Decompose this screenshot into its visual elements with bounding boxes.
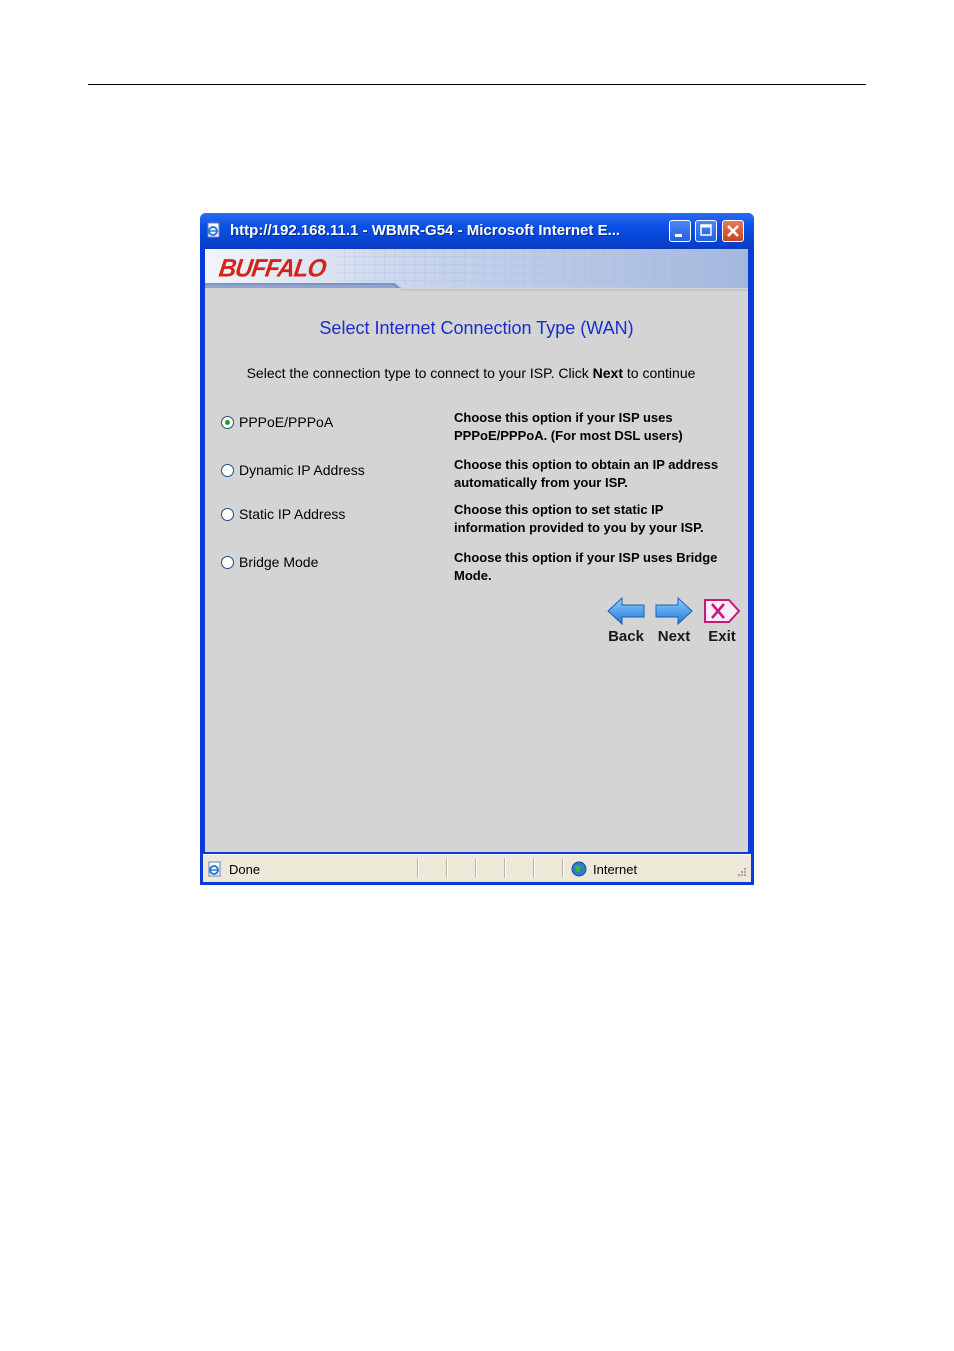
radio-bridge-mode[interactable] [221,555,234,569]
option-bridge-mode-desc-line2: Mode. [454,568,492,583]
option-static-ip-description: Choose this option to set static IP info… [454,501,746,537]
browser-window: http://192.168.11.1 - WBMR-G54 - Microso… [200,213,754,885]
page-top-rule [88,84,866,85]
page-title: Select Internet Connection Type (WAN) [319,318,634,338]
option-dynamic-ip[interactable]: Dynamic IP Address [221,462,365,478]
close-icon [727,225,739,237]
ie-page-status-icon [208,861,221,877]
back-arrow-icon [607,596,645,626]
status-separator [562,858,564,878]
instruction-pre: Select the connection type to connect to… [246,365,593,381]
status-bar: Done Internet [203,854,751,882]
instruction-post: to continue [623,365,696,381]
option-dynamic-ip-label: Dynamic IP Address [239,462,365,478]
back-label: Back [608,628,644,645]
resize-grip-icon[interactable] [735,867,747,879]
title-bar[interactable]: http://192.168.11.1 - WBMR-G54 - Microso… [200,213,754,249]
window-title: http://192.168.11.1 - WBMR-G54 - Microso… [230,222,621,239]
option-pppoe[interactable]: PPPoE/PPPoA [221,414,333,430]
option-static-ip[interactable]: Static IP Address [221,506,345,522]
close-button[interactable] [722,220,744,242]
status-text: Done [229,862,261,877]
instruction-next-bold: Next [592,365,624,381]
next-arrow-icon [655,596,693,626]
radio-dynamic-ip[interactable] [221,463,234,477]
minimize-icon [675,234,682,237]
option-dynamic-ip-description: Choose this option to obtain an IP addre… [454,456,746,492]
page-content: BUFFALO Select Internet Connection Type … [205,249,748,852]
option-bridge-mode-description: Choose this option if your ISP uses Brid… [454,549,746,585]
option-bridge-mode-desc-line1: Choose this option if your ISP uses Brid… [454,550,718,565]
next-button[interactable]: Next [652,596,696,645]
radio-static-ip[interactable] [221,507,234,521]
option-static-ip-desc-line1: Choose this option to set static IP [454,502,664,517]
back-button[interactable]: Back [604,596,648,645]
option-pppoe-desc-line2: PPPoE/PPPoA. (For most DSL users) [454,428,683,443]
minimize-button[interactable] [669,220,691,242]
radio-pppoe[interactable] [221,415,234,429]
exit-x-icon [704,599,741,623]
buffalo-logo: BUFFALO [217,254,328,283]
status-separator [417,858,419,878]
option-dynamic-ip-desc-line2: automatically from your ISP. [454,475,628,490]
next-label: Next [657,628,691,645]
status-separator [533,858,535,878]
status-separator [446,858,448,878]
exit-label: Exit [708,628,736,645]
option-pppoe-description: Choose this option if your ISP uses PPPo… [454,409,746,445]
option-pppoe-desc-line1: Choose this option if your ISP uses [454,410,673,425]
option-pppoe-label: PPPoE/PPPoA [239,414,334,430]
security-zone-text: Internet [593,862,638,877]
option-dynamic-ip-desc-line1: Choose this option to obtain an IP addre… [454,457,719,472]
option-static-ip-label: Static IP Address [239,506,346,522]
option-bridge-mode-label: Bridge Mode [239,554,319,570]
option-static-ip-desc-line2: information provided to you by your ISP. [454,520,704,535]
option-bridge-mode[interactable]: Bridge Mode [221,554,318,570]
status-separator [504,858,506,878]
status-separator [475,858,477,878]
globe-icon [571,861,587,877]
exit-button[interactable]: Exit [700,596,744,645]
maximize-button[interactable] [695,220,717,242]
instruction-text: Select the connection type to connect to… [205,365,737,381]
maximize-icon [700,224,712,236]
ie-page-icon [207,222,220,238]
